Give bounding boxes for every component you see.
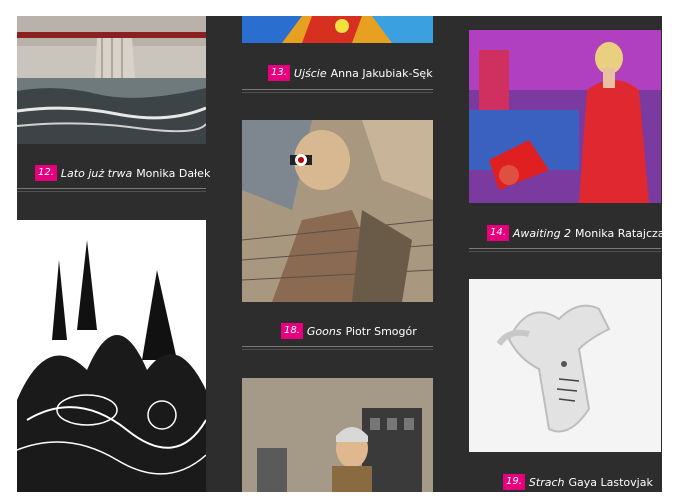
divider [242, 92, 433, 93]
artwork-13-image[interactable] [242, 16, 433, 43]
artwork-18-image[interactable] [242, 120, 433, 302]
divider [17, 188, 206, 189]
divider [242, 89, 433, 90]
artwork-14-caption[interactable]: 14. Awaiting 2 Monika Ratajczak [487, 222, 662, 244]
divider [469, 251, 661, 252]
artwork-19-number: 19. [503, 474, 525, 490]
artwork-city-image[interactable] [242, 378, 433, 492]
artwork-14-title: Awaiting 2 [512, 226, 572, 240]
artwork-12-artist: Monika Dałek [136, 166, 211, 180]
artwork-14-number: 14. [487, 225, 509, 241]
divider [17, 191, 206, 192]
artwork-19-caption[interactable]: 19. Strach Gaya Lastovjak [503, 471, 653, 492]
artwork-18-number: 18. [281, 323, 303, 339]
artwork-13-caption[interactable]: 13. Ujście Anna Jakubiak-Sęk [268, 62, 433, 84]
artwork-13-number: 13. [268, 65, 290, 81]
artwork-12-title: Lato już trwa [60, 166, 133, 180]
artwork-13-artist: Anna Jakubiak-Sęk [330, 66, 433, 80]
divider [242, 349, 433, 350]
artwork-18-title: Goons [306, 324, 342, 338]
artwork-19-image[interactable] [469, 279, 661, 452]
artwork-19-artist: Gaya Lastovjak [568, 475, 653, 489]
artwork-18-caption[interactable]: 18. Goons Piotr Smogór [281, 320, 417, 342]
artwork-drawing-image[interactable] [17, 220, 206, 492]
artwork-19-title: Strach [528, 475, 565, 489]
divider [469, 248, 661, 249]
artwork-18-artist: Piotr Smogór [345, 324, 417, 338]
divider [242, 346, 433, 347]
artwork-12-number: 12. [35, 165, 57, 181]
artwork-12-caption[interactable]: 12. Lato już trwa Monika Dałek [35, 162, 210, 184]
artwork-12-image[interactable] [17, 16, 206, 144]
gallery: 12. Lato już trwa Monika Dałek 13. Ujści… [17, 16, 662, 492]
artwork-14-artist: Monika Ratajczak [575, 226, 662, 240]
artwork-14-image[interactable] [469, 30, 661, 203]
artwork-13-title: Ujście [293, 66, 327, 80]
